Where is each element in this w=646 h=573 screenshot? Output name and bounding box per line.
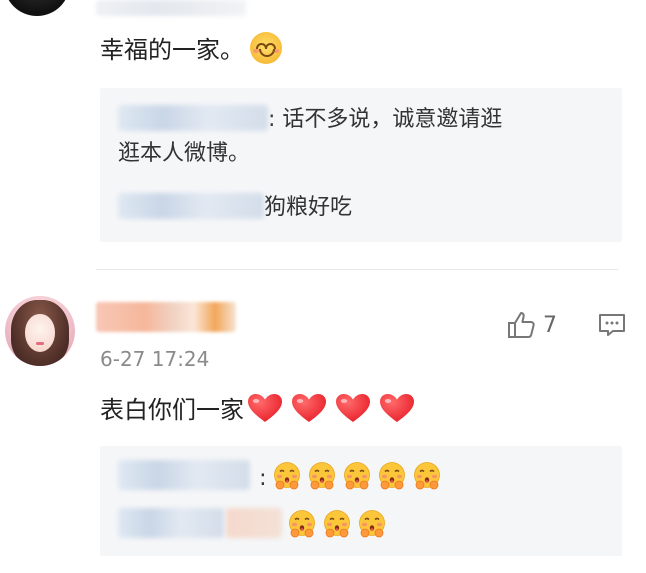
hug-face-icon (343, 462, 370, 490)
reply-separator: : (259, 466, 267, 491)
hug-face-icon (378, 462, 405, 490)
hug-face-icon (289, 510, 315, 538)
reply-line: : (118, 460, 442, 496)
timestamp: 6-27 17:24 (100, 347, 210, 371)
reply-username-blurred[interactable] (226, 508, 282, 538)
reply-line (118, 508, 387, 544)
reply-username-blurred[interactable] (118, 460, 250, 490)
reply-line: 狗粮好吃 (118, 192, 352, 224)
like-count: 7 (543, 312, 557, 338)
reply-box[interactable]: : 话不多说，诚意邀请逛 逛本人微博。 狗粮好吃 (100, 88, 622, 242)
hug-face-icon (413, 462, 440, 490)
like-button[interactable]: 7 (505, 308, 557, 342)
hug-face-icon (324, 510, 350, 538)
avatar[interactable] (5, 296, 75, 366)
reply-username-blurred[interactable] (118, 508, 224, 538)
avatar[interactable] (4, 0, 70, 16)
thumbs-up-icon (508, 312, 535, 338)
comment-text: 幸福的一家。 (100, 32, 282, 65)
reply-username-blurred[interactable] (118, 105, 268, 131)
reply-line: : 话不多说，诚意邀请逛 (118, 104, 502, 136)
comment-text-body: 幸福的一家。 (100, 36, 244, 64)
smiling-face-icon (250, 32, 282, 64)
comment-icon[interactable] (597, 310, 627, 340)
reply-text: : 话不多说，诚意邀请逛 (268, 107, 503, 132)
hug-face-icon (273, 462, 300, 490)
reply-text: 逛本人微博。 (118, 141, 251, 166)
comment-text: 表白你们一家 (100, 392, 416, 425)
red-heart-icon (336, 394, 370, 422)
divider (96, 269, 618, 270)
red-heart-icon (292, 394, 326, 422)
reply-box[interactable]: : (100, 446, 622, 556)
red-heart-icon (248, 394, 282, 422)
reply-line: 逛本人微博。 (118, 138, 250, 170)
comment-text-body: 表白你们一家 (100, 396, 244, 424)
username-blurred[interactable] (96, 0, 246, 16)
reply-text: 狗粮好吃 (264, 195, 353, 220)
reply-username-blurred[interactable] (118, 193, 264, 219)
username-blurred[interactable] (96, 302, 236, 332)
hug-face-icon (359, 510, 385, 538)
red-heart-icon (380, 394, 414, 422)
hug-face-icon (308, 462, 335, 490)
